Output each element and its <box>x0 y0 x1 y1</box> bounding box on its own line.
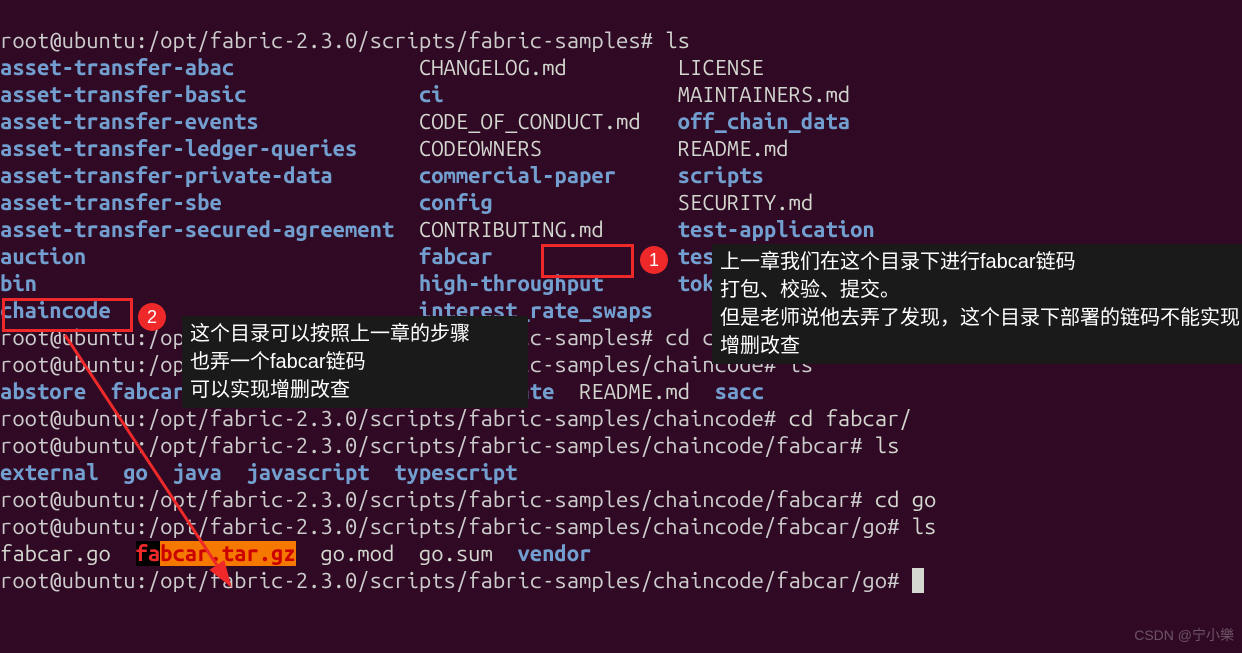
archive-file: fabcar.tar.gz <box>136 541 296 566</box>
dir: interest_rate_swaps <box>419 298 653 323</box>
dir: asset-transfer-secured-agreement <box>0 217 394 242</box>
dir: asset-transfer-events <box>0 109 259 134</box>
dir: ci <box>419 82 444 107</box>
prompt: root@ubuntu:/opt/fabric-2.3.0/scripts/fa… <box>0 433 875 458</box>
dir: abstore <box>0 379 86 404</box>
prompt: root@ubuntu:/opt/fabric-2.3.0/scripts/fa… <box>0 487 875 512</box>
cmd: cd go <box>875 487 937 512</box>
dir: commercial-paper <box>419 163 616 188</box>
user: root@ubuntu <box>0 28 136 53</box>
dir: high-throughput <box>419 271 604 296</box>
watermark: CSDN @宁小樂 <box>1134 622 1234 649</box>
dir: bin <box>0 271 37 296</box>
prompt: root@ubuntu:/opt/fabric-2.3.0/scripts/fa… <box>0 406 789 431</box>
dir: token-erc-20 <box>678 271 826 296</box>
prompt: root@ubuntu:/opt/fabric-2.3.0/scripts/fa… <box>0 568 912 593</box>
dir: fabcar <box>111 379 185 404</box>
file: fabcar.go <box>0 541 111 566</box>
file: go.mod <box>320 541 394 566</box>
prompt: root@ubuntu:/opt/fabric-2.3.0/scripts/fa… <box>0 28 665 53</box>
dir: marbles02_private <box>345 379 554 404</box>
file: CODEOWNERS <box>419 136 542 161</box>
dir: external <box>0 460 99 485</box>
terminal[interactable]: root@ubuntu:/opt/fabric-2.3.0/scripts/fa… <box>0 0 1242 594</box>
dir: asset-transfer-sbe <box>0 190 222 215</box>
dir: fabcar <box>419 244 493 269</box>
dir: vendor <box>517 541 591 566</box>
dir: auction <box>0 244 86 269</box>
dir: javascript <box>246 460 369 485</box>
dir: sacc <box>715 379 764 404</box>
dir: chaincode <box>0 298 111 323</box>
dir: marbles02 <box>209 379 320 404</box>
cmd: ls <box>875 433 900 458</box>
hidden-line: root@ubuntu:/opt/fabric-2.3.0/scripts/fa… <box>0 325 813 350</box>
path: /opt/fabric-2.3.0/scripts/fabric-samples <box>148 28 641 53</box>
dir: off_chain_data <box>678 109 850 134</box>
dir: test-application <box>678 217 875 242</box>
prompt: root@ubuntu:/opt/fabric-2.3.0/scripts/fa… <box>0 514 912 539</box>
cmd: cd fabcar/ <box>789 406 912 431</box>
dir: asset-transfer-abac <box>0 55 234 80</box>
file: README.md <box>579 379 690 404</box>
dir: asset-transfer-basic <box>0 82 246 107</box>
cmd: ls <box>912 514 937 539</box>
file: CODE_OF_CONDUCT.md <box>419 109 641 134</box>
dir: asset-transfer-ledger-queries <box>0 136 357 161</box>
file: CHANGELOG.md <box>419 55 567 80</box>
dir: scripts <box>678 163 764 188</box>
dir: test-network <box>678 244 826 269</box>
cmd: ls <box>665 28 690 53</box>
dir: typescript <box>394 460 517 485</box>
file: LICENSE <box>678 55 764 80</box>
file: SECURITY.md <box>678 190 814 215</box>
dir: java <box>172 460 221 485</box>
file: CONTRIBUTING.md <box>419 217 604 242</box>
file: go.sum <box>419 541 493 566</box>
dir: go <box>123 460 148 485</box>
dir: asset-transfer-private-data <box>0 163 333 188</box>
file: MAINTAINERS.md <box>678 82 850 107</box>
file: README.md <box>678 136 789 161</box>
hidden-line: root@ubuntu:/opt/fabric-2.3.0/scripts/fa… <box>0 352 813 377</box>
dir: config <box>419 190 493 215</box>
